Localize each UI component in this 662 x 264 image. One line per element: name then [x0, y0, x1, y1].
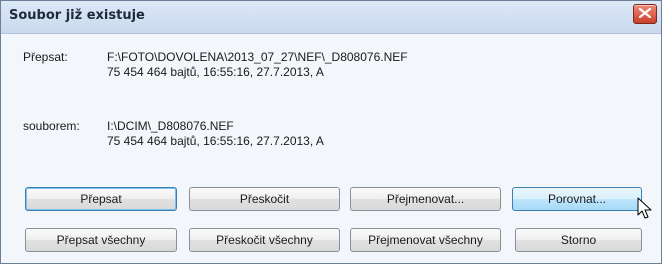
skip-button[interactable]: Přeskočit	[189, 187, 340, 211]
close-button[interactable]	[633, 4, 657, 24]
overwrite-all-button[interactable]: Přepsat všechny	[25, 228, 177, 252]
dialog-content: Přepsat: F:\FOTO\DOVOLENA\2013_07_27\NEF…	[1, 34, 661, 263]
rename-button[interactable]: Přejmenovat...	[350, 187, 501, 211]
overwrite-details: 75 454 464 bajtů, 16:55:16, 27.7.2013, A	[107, 65, 324, 79]
overwrite-path: F:\FOTO\DOVOLENA\2013_07_27\NEF\_D808076…	[107, 50, 408, 64]
mouse-pointer-icon	[637, 197, 652, 219]
source-label: souborem:	[23, 119, 80, 133]
compare-button[interactable]: Porovnat...	[512, 187, 642, 211]
window-title: Soubor již existuje	[9, 8, 145, 23]
rename-all-button[interactable]: Přejmenovat všechny	[350, 228, 501, 252]
skip-all-button[interactable]: Přeskočit všechny	[189, 228, 340, 252]
file-exists-dialog: Soubor již existuje Přepsat: F:\FOTO\DOV…	[0, 0, 662, 264]
close-icon	[639, 8, 651, 18]
overwrite-button[interactable]: Přepsat	[25, 187, 177, 211]
source-path: I:\DCIM\_D808076.NEF	[107, 119, 234, 133]
overwrite-label: Přepsat:	[23, 50, 68, 64]
source-details: 75 454 464 bajtů, 16:55:16, 27.7.2013, A	[107, 134, 324, 148]
cancel-button[interactable]: Storno	[515, 228, 642, 252]
title-bar: Soubor již existuje	[1, 1, 661, 34]
